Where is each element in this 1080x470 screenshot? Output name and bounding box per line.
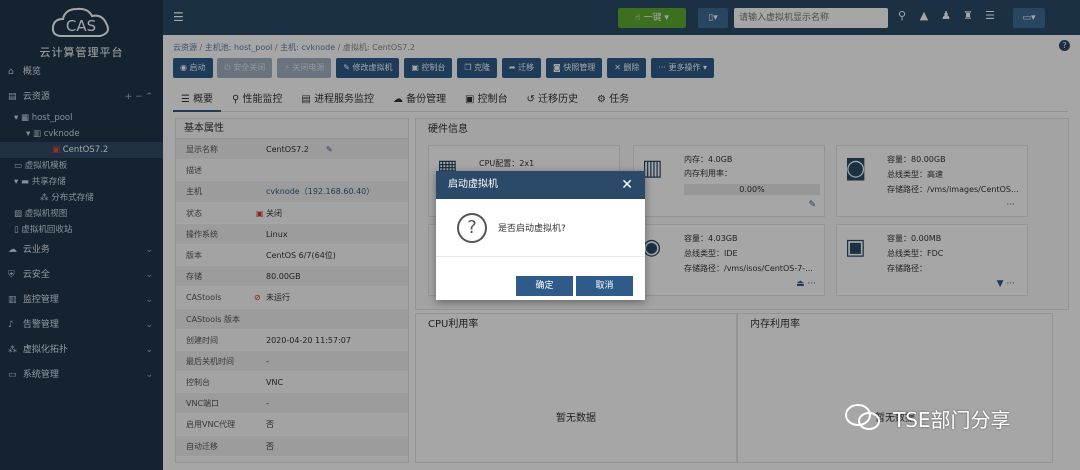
- question-icon: ?: [457, 213, 487, 243]
- dialog-message: 是否启动虚拟机?: [498, 224, 566, 234]
- dialog-title: 启动虚拟机: [448, 179, 498, 190]
- dialog-body: ? 是否启动虚拟机?: [436, 199, 645, 257]
- watermark: TSE部门分享: [843, 400, 1053, 440]
- start-vm-dialog: 启动虚拟机 ✕ ? 是否启动虚拟机? 确定 取消: [436, 171, 645, 300]
- dialog-header: 启动虚拟机 ✕: [436, 171, 645, 199]
- cancel-button[interactable]: 取消: [576, 276, 633, 296]
- wechat-logo-icon: [845, 404, 880, 430]
- close-icon[interactable]: ✕: [621, 171, 633, 199]
- confirm-button[interactable]: 确定: [516, 276, 573, 296]
- watermark-text: TSE部门分享: [893, 408, 1011, 432]
